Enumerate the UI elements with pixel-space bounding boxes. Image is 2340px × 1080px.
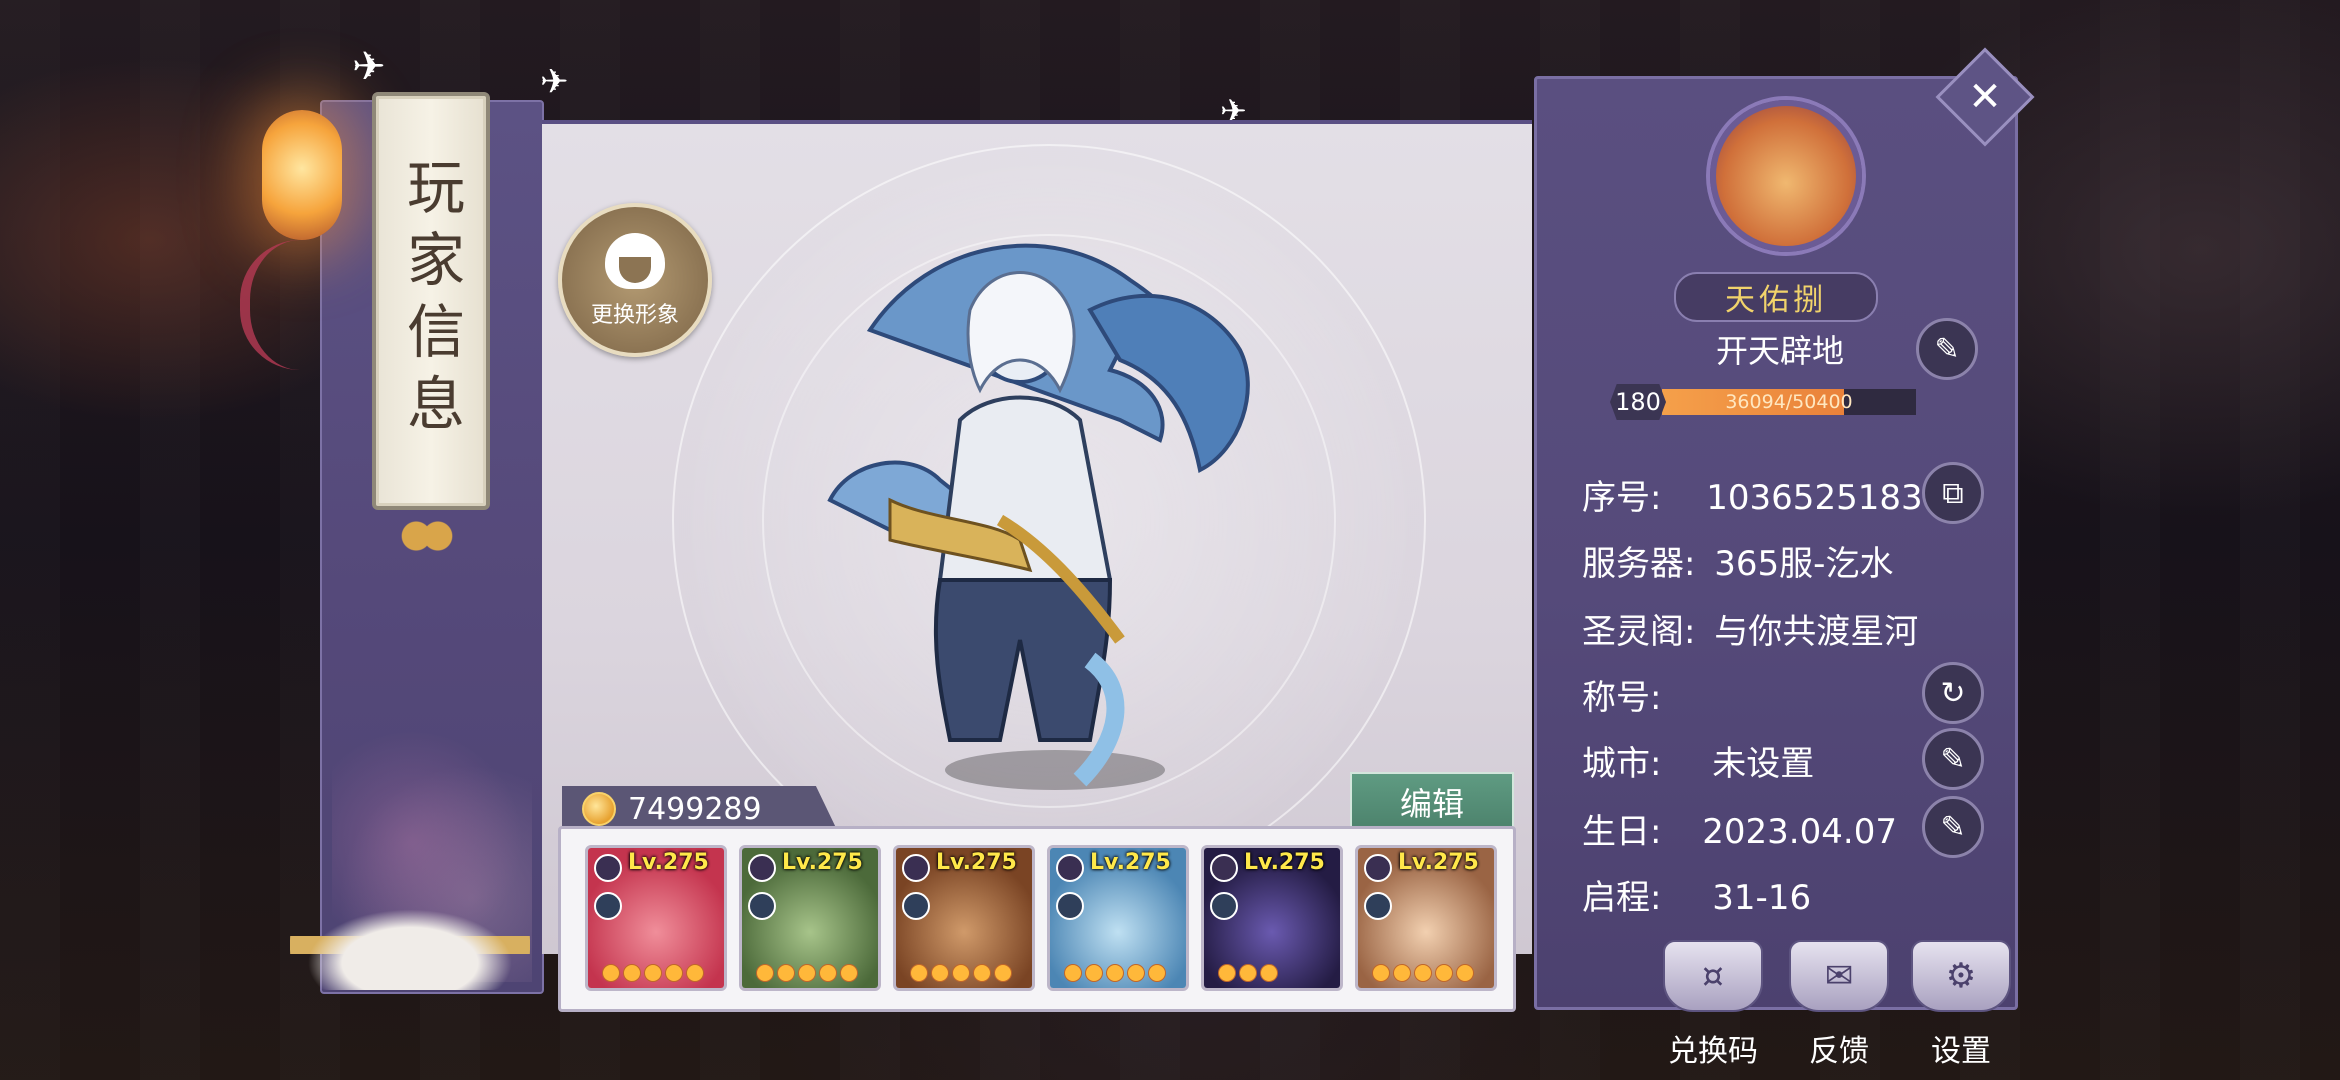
lantern-icon [262, 110, 342, 240]
server-row: 服务器: 365服-汔水 [1582, 536, 1893, 585]
server-value: 365服-汔水 [1714, 544, 1894, 584]
class-icon [1364, 892, 1392, 920]
feedback-button[interactable]: ✉ 反馈 [1784, 940, 1894, 1080]
birthday-row: 生日: 2023.04.07 [1582, 804, 1897, 853]
server-label: 服务器: [1582, 544, 1696, 584]
hero-card[interactable]: Lv.275 [1201, 845, 1343, 991]
settings-label: 设置 [1931, 1034, 1991, 1069]
bird-icon: ✈ [352, 44, 386, 90]
player-title: 开天辟地 [1715, 332, 1844, 370]
bells-icon [400, 518, 454, 554]
redeem-code-button[interactable]: ¤ 兑换码 [1658, 940, 1768, 1080]
exp-text: 36094/50400 [1725, 391, 1853, 413]
player-level: 180 [1610, 384, 1666, 420]
change-avatar-button[interactable]: 更换形象 [558, 203, 712, 357]
hero-level: Lv.275 [936, 850, 1017, 875]
hero-stars [910, 964, 1012, 982]
guild-name: 天佑捌 [1674, 272, 1878, 322]
page-title-scroll: 玩家信息 [372, 92, 490, 510]
shrine-value: 与你共渡星河 [1714, 612, 1919, 652]
exp-bar: 36094/50400 [1662, 389, 1916, 415]
brush-icon: ✎ [1934, 331, 1960, 367]
hero-stars [756, 964, 858, 982]
shrine-row: 圣灵阁: 与你共渡星河 [1582, 604, 1918, 653]
journey-row: 启程: 31-16 [1582, 870, 1811, 919]
gold-coin-icon [582, 792, 616, 826]
hero-card[interactable]: Lv.275 [1355, 845, 1497, 991]
player-avatar[interactable] [1710, 100, 1862, 252]
birthday-label: 生日: [1582, 812, 1662, 852]
change-avatar-label: 更换形象 [590, 303, 679, 328]
shrine-label: 圣灵阁: [1582, 612, 1696, 652]
element-icon [1364, 854, 1392, 882]
settings-button[interactable]: ⚙ 设置 [1906, 940, 2016, 1080]
change-nickname-button[interactable]: ↻ [1922, 662, 1984, 724]
redeem-code-label: 兑换码 [1668, 1034, 1758, 1069]
close-icon: ✕ [1968, 74, 2002, 120]
hero-stars [1218, 964, 1278, 982]
currency-amount: 7499289 [628, 791, 762, 827]
character-illustration [827, 243, 1250, 787]
element-icon [1056, 854, 1084, 882]
feedback-label: 反馈 [1809, 1034, 1869, 1069]
brush-icon: ✎ [1940, 741, 1966, 777]
hero-stars [1372, 964, 1474, 982]
boat-decoration [290, 900, 530, 990]
hero-level: Lv.275 [628, 850, 709, 875]
edit-birthday-button[interactable]: ✎ [1922, 796, 1984, 858]
journey-label: 启程: [1582, 878, 1662, 918]
class-icon [1210, 892, 1238, 920]
brush-icon: ✎ [1940, 809, 1966, 845]
element-icon [902, 854, 930, 882]
nickname-row: 称号: [1582, 670, 1680, 719]
hero-card[interactable]: Lv.275 [1047, 845, 1189, 991]
avatar-face-icon [605, 233, 665, 289]
hero-level: Lv.275 [1398, 850, 1479, 875]
hero-level: Lv.275 [1244, 850, 1325, 875]
copy-icon: ⧉ [1942, 475, 1964, 511]
city-value: 未设置 [1712, 744, 1815, 784]
edit-city-button[interactable]: ✎ [1922, 728, 1984, 790]
city-row: 城市: 未设置 [1582, 736, 1814, 785]
birthday-value: 2023.04.07 [1702, 812, 1897, 852]
hero-stars [602, 964, 704, 982]
journey-value: 31-16 [1712, 878, 1812, 918]
class-icon [748, 892, 776, 920]
element-icon [1210, 854, 1238, 882]
gear-icon: ⚙ [1911, 940, 2011, 1012]
city-label: 城市: [1582, 744, 1662, 784]
hero-card[interactable]: Lv.275 [739, 845, 881, 991]
team-strip: Lv.275 Lv.275 Lv.275 Lv.275 Lv.275 Lv.27… [558, 826, 1516, 1012]
edit-title-button[interactable]: ✎ [1916, 318, 1978, 380]
id-row: 序号: 10365251837 [1582, 470, 1944, 519]
element-icon [748, 854, 776, 882]
hero-card[interactable]: Lv.275 [585, 845, 727, 991]
class-icon [594, 892, 622, 920]
id-label: 序号: [1582, 478, 1662, 518]
envelope-icon: ✉ [1789, 940, 1889, 1012]
edit-team-button[interactable]: 编辑 [1350, 772, 1514, 832]
hero-level: Lv.275 [782, 850, 863, 875]
page-title: 玩家信息 [397, 157, 465, 445]
hero-card[interactable]: Lv.275 [893, 845, 1035, 991]
element-icon [594, 854, 622, 882]
class-icon [1056, 892, 1084, 920]
refresh-icon: ↻ [1940, 675, 1966, 711]
money-bag-icon: ¤ [1663, 940, 1763, 1012]
bird-icon: ✈ [540, 62, 569, 102]
hero-stars [1064, 964, 1166, 982]
class-icon [902, 892, 930, 920]
id-value: 10365251837 [1706, 478, 1945, 518]
nickname-label: 称号: [1582, 678, 1662, 718]
hero-level: Lv.275 [1090, 850, 1171, 875]
copy-id-button[interactable]: ⧉ [1922, 462, 1984, 524]
